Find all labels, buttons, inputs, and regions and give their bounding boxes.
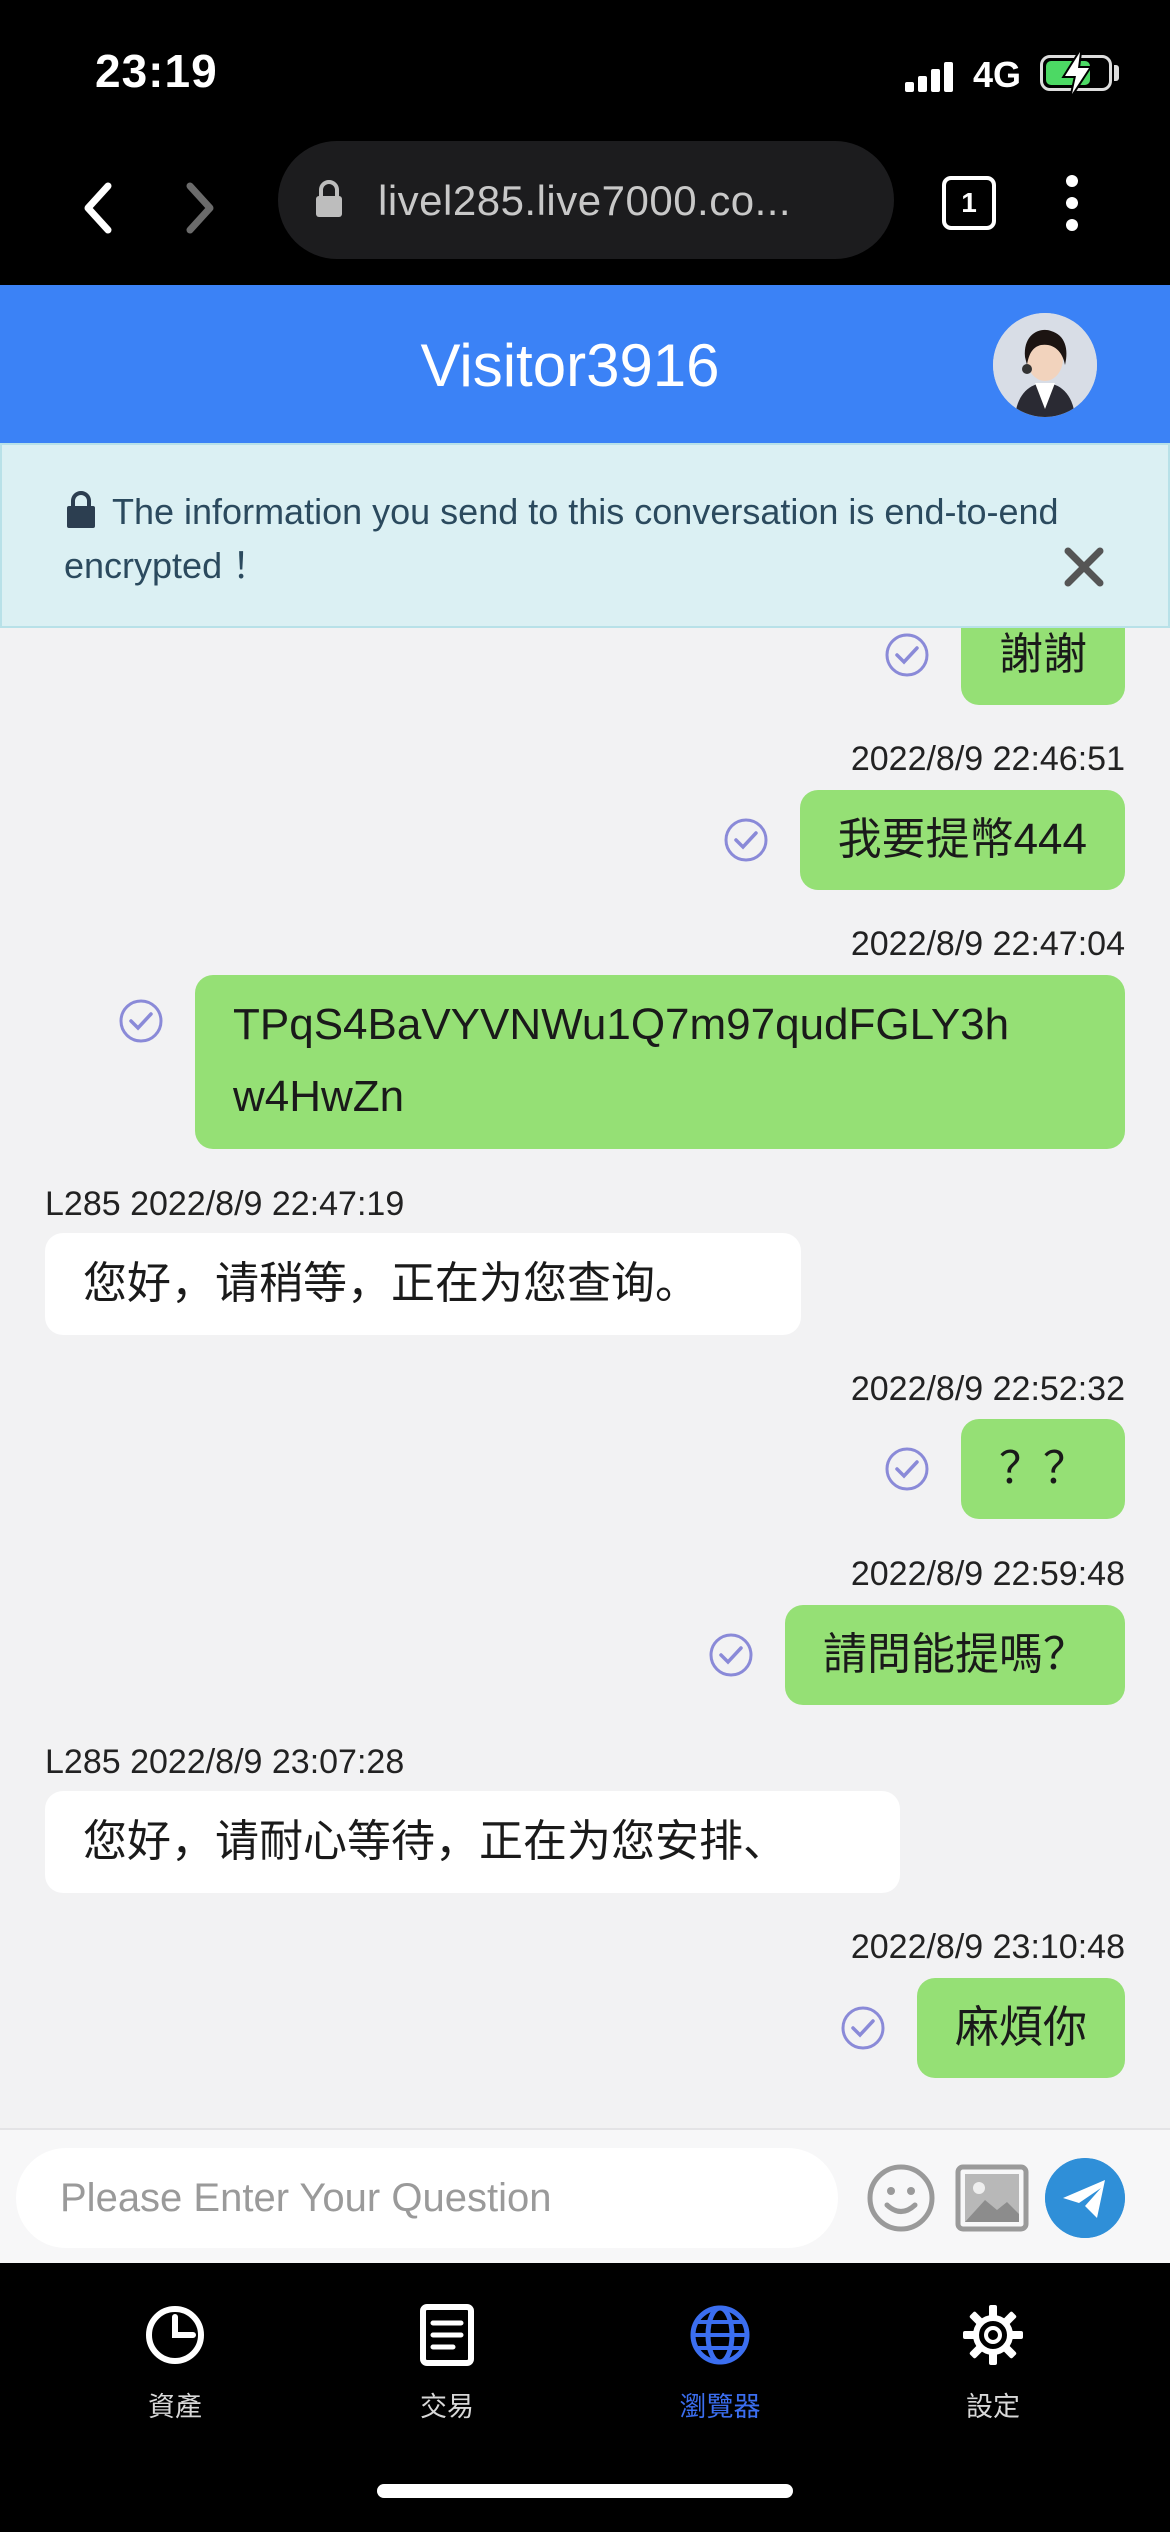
message-bubble[interactable]: 麻煩你 — [917, 1978, 1125, 2078]
tab-switcher-button[interactable]: 1 — [942, 176, 996, 230]
message-input[interactable] — [16, 2148, 838, 2248]
home-indicator[interactable] — [377, 2484, 793, 2498]
globe-icon — [690, 2305, 750, 2365]
message-bubble[interactable]: 請問能提嗎？ — [785, 1605, 1125, 1705]
tab-browser[interactable]: 瀏覽器 — [620, 2303, 820, 2424]
outgoing-message: TPqS4BaVYVNWu1Q7m97qudFGLY3h w4HwZn — [117, 975, 1125, 1149]
forward-arrow-icon[interactable] — [180, 180, 220, 236]
chat-messages[interactable]: The information you send to this convers… — [0, 443, 1170, 2128]
network-type: 4G — [973, 54, 1022, 95]
tab-label: 交易 — [420, 2392, 474, 2422]
document-icon — [420, 2304, 474, 2366]
message-timestamp: L285 2022/8/9 23:07:28 — [45, 1743, 405, 1781]
chat-title: Visitor3916 — [420, 332, 720, 399]
url-text: livel285.live7000.co... — [378, 177, 792, 224]
message-bubble[interactable]: ？？ — [961, 1419, 1125, 1519]
encryption-notice: The information you send to this convers… — [0, 443, 1170, 628]
message-text-line: TPqS4BaVYVNWu1Q7m97qudFGLY3h — [233, 1000, 1010, 1049]
address-bar[interactable]: livel285.live7000.co... — [278, 141, 894, 259]
message-timestamp: 2022/8/9 22:46:51 — [850, 740, 1125, 778]
incoming-message: 您好，请耐心等待，正在为您安排、 — [45, 1791, 900, 1893]
battery-tip — [1114, 65, 1119, 81]
status-bar: 23:19 4G — [0, 0, 1170, 135]
outgoing-message: 我要提幣444 — [722, 790, 1125, 890]
tab-label: 資產 — [148, 2392, 202, 2422]
read-check-icon — [724, 818, 768, 862]
tab-label: 瀏覽器 — [679, 2392, 761, 2422]
message-composer — [0, 2128, 1170, 2263]
emoji-icon[interactable] — [865, 2162, 937, 2234]
tab-settings[interactable]: 設定 — [893, 2303, 1093, 2424]
message-timestamp: 2022/8/9 22:47:04 — [850, 925, 1125, 963]
message-timestamp: 2022/8/9 22:52:32 — [850, 1370, 1125, 1408]
read-check-icon — [119, 999, 163, 1043]
agent-avatar[interactable] — [993, 313, 1097, 417]
chat-header: Visitor3916 — [0, 285, 1170, 443]
tab-trade[interactable]: 交易 — [347, 2303, 547, 2424]
incoming-message: 您好，请稍等，正在为您查询。 — [45, 1233, 801, 1335]
image-upload-icon[interactable] — [955, 2164, 1029, 2232]
status-time: 23:19 — [95, 45, 218, 97]
message-timestamp: L285 2022/8/9 22:47:19 — [45, 1185, 405, 1223]
more-menu-icon[interactable] — [1060, 175, 1084, 241]
outgoing-message: 請問能提嗎？ — [707, 1605, 1125, 1705]
tab-label: 設定 — [966, 2392, 1020, 2422]
close-icon[interactable] — [1062, 545, 1106, 589]
message-timestamp: 2022/8/9 23:10:48 — [850, 1928, 1125, 1966]
signal-strength-icon — [905, 62, 953, 92]
read-check-icon — [885, 633, 929, 677]
message-bubble[interactable]: 您好，请稍等，正在为您查询。 — [45, 1233, 801, 1335]
send-icon[interactable] — [1045, 2158, 1125, 2238]
read-check-icon — [709, 1633, 753, 1677]
charging-bolt-icon — [1061, 50, 1093, 96]
gear-icon — [963, 2305, 1023, 2365]
browser-toolbar: livel285.live7000.co... 1 — [0, 135, 1170, 285]
message-text-line: w4HwZn — [233, 1072, 405, 1121]
message-bubble[interactable]: 您好，请耐心等待，正在为您安排、 — [45, 1791, 900, 1893]
encryption-notice-text: The information you send to this convers… — [64, 491, 1059, 586]
lock-icon — [316, 180, 342, 217]
outgoing-message: ？？ — [883, 1419, 1125, 1519]
tab-assets[interactable]: 資產 — [75, 2303, 275, 2424]
pie-chart-icon — [146, 2306, 204, 2364]
message-bubble[interactable]: 我要提幣444 — [799, 790, 1125, 890]
outgoing-message: 麻煩你 — [839, 1978, 1125, 2078]
message-bubble[interactable]: TPqS4BaVYVNWu1Q7m97qudFGLY3h w4HwZn — [195, 975, 1125, 1149]
read-check-icon — [885, 1447, 929, 1491]
read-check-icon — [841, 2006, 885, 2050]
back-arrow-icon[interactable] — [78, 180, 118, 236]
message-timestamp: 2022/8/9 22:59:48 — [850, 1555, 1125, 1593]
